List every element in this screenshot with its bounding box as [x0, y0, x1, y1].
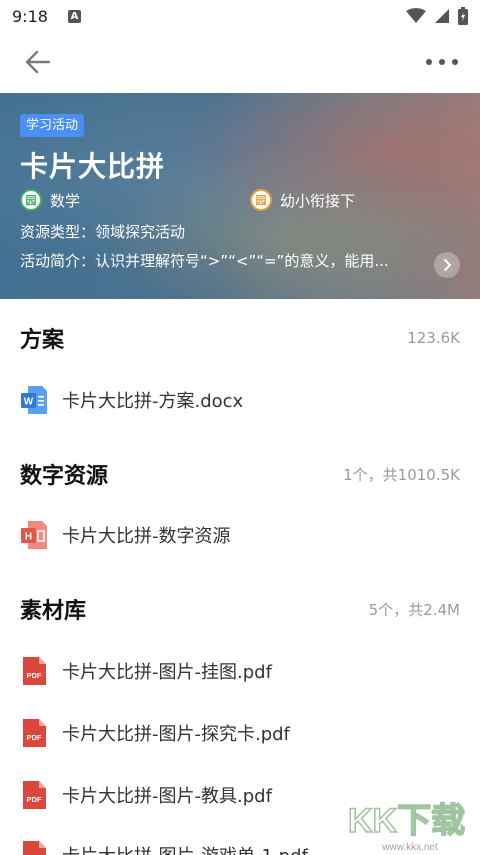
file-name: 卡片大比拼-方案.docx — [62, 391, 244, 412]
hero-banner: 学习活动 卡片大比拼 园 数学 园 幼小衔接下 资源类型：领域探究活动 活动简介… — [0, 93, 480, 299]
status-bar: 9:18 A — [0, 0, 480, 32]
section-meta: 123.6K — [407, 329, 460, 347]
svg-text:KK下载: KK下载 — [348, 802, 465, 840]
file-name: 卡片大比拼-图片-挂图.pdf — [62, 662, 272, 683]
svg-text:W: W — [24, 397, 34, 408]
section-meta: 5个，共2.4M — [368, 600, 460, 619]
battery-icon — [458, 7, 468, 25]
file-name: 卡片大比拼-图片-教具.pdf — [62, 786, 272, 807]
expand-intro-button[interactable] — [434, 252, 460, 278]
file-name: 卡片大比拼-数字资源 — [62, 526, 231, 547]
pdf-icon: PDF — [20, 718, 48, 748]
more-horizontal-icon — [426, 59, 458, 65]
pdf-icon: PDF — [20, 656, 48, 686]
back-button[interactable] — [20, 44, 56, 80]
page-title: 卡片大比拼 — [20, 150, 166, 183]
arrow-left-icon — [25, 50, 51, 74]
svg-text:PDF: PDF — [27, 671, 42, 680]
slides-icon: H — [20, 520, 48, 550]
resource-type: 资源类型：领域探究活动 — [20, 223, 186, 241]
chevron-right-icon — [444, 259, 452, 271]
file-row[interactable]: W 卡片大比拼-方案.docx — [0, 380, 480, 420]
more-button[interactable] — [424, 44, 460, 80]
status-time: 9:18 — [12, 6, 48, 26]
file-row[interactable]: PDF 卡片大比拼-图片-挂图.pdf — [0, 651, 480, 691]
status-icons — [406, 7, 468, 25]
subject-badge-icon: 园 — [250, 189, 272, 211]
file-name: 卡片大比拼-图片-游戏单-1.pdf — [62, 842, 308, 855]
activity-tag: 学习活动 — [20, 114, 85, 137]
section-title: 数字资源 — [20, 464, 109, 489]
section-title: 素材库 — [20, 599, 87, 624]
file-row[interactable]: PDF 卡片大比拼-图片-探究卡.pdf — [0, 713, 480, 753]
wifi-icon — [406, 8, 426, 23]
section-title: 方案 — [20, 328, 65, 353]
word-icon: W — [20, 385, 48, 415]
app-bar — [0, 32, 480, 92]
file-row[interactable]: H 卡片大比拼-数字资源 — [0, 515, 480, 555]
hero-content: 学习活动 卡片大比拼 园 数学 园 幼小衔接下 资源类型：领域探究活动 活动简介… — [0, 93, 480, 299]
file-name: 卡片大比拼-图片-探究卡.pdf — [62, 724, 290, 745]
svg-text:www.kkx.net: www.kkx.net — [381, 842, 438, 853]
section-header-materials: 素材库 5个，共2.4M — [0, 593, 480, 625]
signal-icon — [435, 9, 449, 23]
svg-text:H: H — [25, 532, 32, 543]
subject-label: 数学 — [50, 191, 81, 210]
section-meta: 1个，共1010.5K — [343, 465, 460, 484]
svg-text:PDF: PDF — [27, 795, 42, 804]
subject-math: 园 数学 — [20, 189, 80, 211]
subject-grade: 园 幼小衔接下 — [250, 189, 355, 211]
pdf-icon: PDF — [20, 840, 48, 855]
watermark-logo: KK下载 www.kkx.net — [340, 790, 480, 855]
svg-text:PDF: PDF — [27, 733, 42, 742]
subject-label: 幼小衔接下 — [280, 191, 356, 210]
notification-icon: A — [67, 9, 81, 23]
section-header-plan: 方案 123.6K — [0, 322, 480, 354]
subject-badge-icon: 园 — [20, 189, 42, 211]
section-header-digital: 数字资源 1个，共1010.5K — [0, 458, 480, 490]
pdf-icon: PDF — [20, 780, 48, 810]
activity-intro[interactable]: 活动简介：认识并理解符号“>”“<”“=”的意义，能用... — [20, 250, 420, 271]
